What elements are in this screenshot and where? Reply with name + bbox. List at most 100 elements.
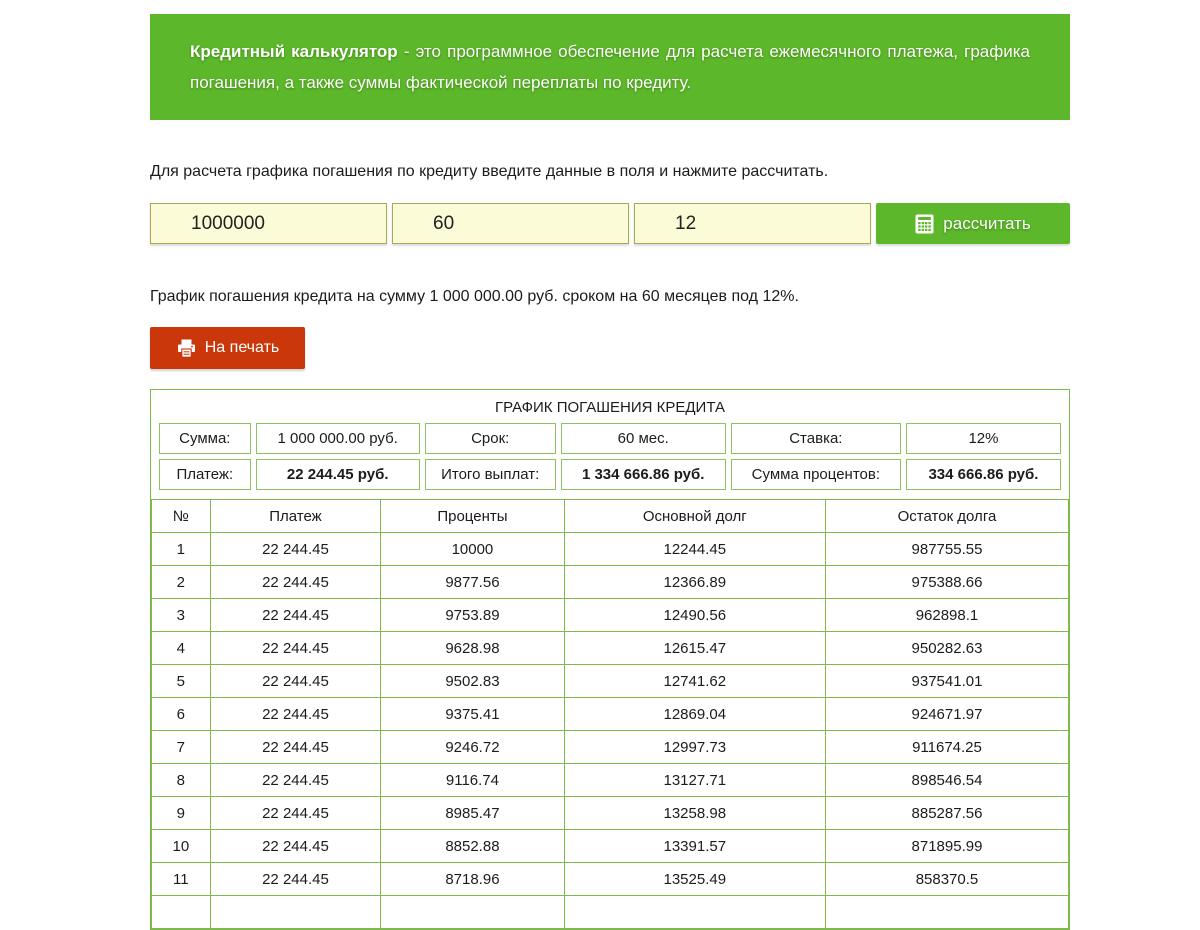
summary-value-term: 60 мес.	[561, 423, 726, 454]
summary-value-sum: 1 000 000.00 руб.	[256, 423, 420, 454]
summary-value-interest: 334 666.86 руб.	[906, 459, 1061, 490]
cell-balance	[825, 896, 1068, 929]
cell-payment: 22 244.45	[210, 566, 381, 599]
cell-payment: 22 244.45	[210, 731, 381, 764]
cell-number: 3	[152, 599, 211, 632]
summary-row-2: Платеж: 22 244.45 руб. Итого выплат: 1 3…	[159, 459, 1061, 490]
cell-principal: 12366.89	[564, 566, 825, 599]
cell-payment: 22 244.45	[210, 632, 381, 665]
cell-number: 7	[152, 731, 211, 764]
summary-label-interest: Сумма процентов:	[731, 459, 901, 490]
column-header-principal: Основной долг	[564, 500, 825, 533]
calculator-icon	[915, 214, 934, 234]
cell-principal: 13525.49	[564, 863, 825, 896]
table-row: 11 22 244.45 8718.96 13525.49 858370.5	[152, 863, 1069, 896]
cell-interest: 9375.41	[381, 698, 564, 731]
cell-payment: 22 244.45	[210, 797, 381, 830]
cell-interest: 8852.88	[381, 830, 564, 863]
calculate-button-label: рассчитать	[943, 214, 1030, 234]
cell-principal: 13127.71	[564, 764, 825, 797]
summary-row-1: Сумма: 1 000 000.00 руб. Срок: 60 мес. С…	[159, 423, 1061, 454]
table-row: 7 22 244.45 9246.72 12997.73 911674.25	[152, 731, 1069, 764]
table-row: 1 22 244.45 10000 12244.45 987755.55	[152, 533, 1069, 566]
cell-principal: 13258.98	[564, 797, 825, 830]
cell-balance: 924671.97	[825, 698, 1068, 731]
cell-payment: 22 244.45	[210, 830, 381, 863]
cell-interest: 9753.89	[381, 599, 564, 632]
cell-interest: 10000	[381, 533, 564, 566]
cell-interest: 9502.83	[381, 665, 564, 698]
cell-balance: 858370.5	[825, 863, 1068, 896]
cell-number: 2	[152, 566, 211, 599]
cell-interest: 9116.74	[381, 764, 564, 797]
summary-label-term: Срок:	[425, 423, 556, 454]
table-header-row: № Платеж Проценты Основной долг Остаток …	[152, 500, 1069, 533]
cell-balance: 950282.63	[825, 632, 1068, 665]
cell-principal: 12615.47	[564, 632, 825, 665]
cell-balance: 871895.99	[825, 830, 1068, 863]
calculator-form: рассчитать	[150, 203, 1070, 244]
cell-balance: 885287.56	[825, 797, 1068, 830]
cell-principal: 12490.56	[564, 599, 825, 632]
summary-label-sum: Сумма:	[159, 423, 251, 454]
printer-icon	[176, 338, 197, 359]
cell-number: 5	[152, 665, 211, 698]
cell-interest: 8985.47	[381, 797, 564, 830]
page-content: Кредитный калькулятор - это программное …	[150, 0, 1070, 930]
cell-principal: 13391.57	[564, 830, 825, 863]
cell-payment: 22 244.45	[210, 599, 381, 632]
cell-payment: 22 244.45	[210, 533, 381, 566]
cell-interest: 9628.98	[381, 632, 564, 665]
cell-balance: 898546.54	[825, 764, 1068, 797]
cell-number: 6	[152, 698, 211, 731]
schedule-body: 1 22 244.45 10000 12244.45 987755.55 2 2…	[152, 533, 1069, 929]
print-button[interactable]: На печать	[150, 327, 305, 369]
cell-number: 1	[152, 533, 211, 566]
cell-principal: 12244.45	[564, 533, 825, 566]
cell-number: 4	[152, 632, 211, 665]
summary-value-rate: 12%	[906, 423, 1061, 454]
rate-input[interactable]	[634, 203, 871, 244]
header-banner: Кредитный калькулятор - это программное …	[150, 14, 1070, 120]
cell-number: 11	[152, 863, 211, 896]
term-input[interactable]	[392, 203, 629, 244]
summary-label-rate: Ставка:	[731, 423, 901, 454]
table-row: 6 22 244.45 9375.41 12869.04 924671.97	[152, 698, 1069, 731]
summary-label-total: Итого выплат:	[425, 459, 556, 490]
cell-balance: 987755.55	[825, 533, 1068, 566]
summary-value-total: 1 334 666.86 руб.	[561, 459, 726, 490]
instruction-text: Для расчета графика погашения по кредиту…	[150, 162, 1070, 182]
cell-interest	[381, 896, 564, 929]
cell-principal: 12741.62	[564, 665, 825, 698]
table-row: 9 22 244.45 8985.47 13258.98 885287.56	[152, 797, 1069, 830]
cell-payment: 22 244.45	[210, 698, 381, 731]
table-row: 3 22 244.45 9753.89 12490.56 962898.1	[152, 599, 1069, 632]
summary-label-payment: Платеж:	[159, 459, 251, 490]
amount-input[interactable]	[150, 203, 387, 244]
cell-balance: 937541.01	[825, 665, 1068, 698]
print-button-label: На печать	[205, 339, 279, 357]
cell-number	[152, 896, 211, 929]
banner-title: Кредитный калькулятор	[190, 42, 398, 61]
cell-interest: 9246.72	[381, 731, 564, 764]
result-text: График погашения кредита на сумму 1 000 …	[150, 287, 1070, 307]
cell-principal: 12869.04	[564, 698, 825, 731]
cell-interest: 9877.56	[381, 566, 564, 599]
table-row: 8 22 244.45 9116.74 13127.71 898546.54	[152, 764, 1069, 797]
cell-principal: 12997.73	[564, 731, 825, 764]
cell-payment: 22 244.45	[210, 665, 381, 698]
cell-payment: 22 244.45	[210, 764, 381, 797]
cell-principal	[564, 896, 825, 929]
schedule-title: ГРАФИК ПОГАШЕНИЯ КРЕДИТА	[159, 399, 1061, 416]
table-row: 10 22 244.45 8852.88 13391.57 871895.99	[152, 830, 1069, 863]
summary-value-payment: 22 244.45 руб.	[256, 459, 420, 490]
table-row: 5 22 244.45 9502.83 12741.62 937541.01	[152, 665, 1069, 698]
cell-interest: 8718.96	[381, 863, 564, 896]
column-header-interest: Проценты	[381, 500, 564, 533]
calculate-button[interactable]: рассчитать	[876, 203, 1070, 244]
column-header-balance: Остаток долга	[825, 500, 1068, 533]
column-header-number: №	[152, 500, 211, 533]
schedule-container: ГРАФИК ПОГАШЕНИЯ КРЕДИТА Сумма: 1 000 00…	[150, 389, 1070, 930]
amortization-table: № Платеж Проценты Основной долг Остаток …	[151, 499, 1069, 929]
cell-number: 10	[152, 830, 211, 863]
